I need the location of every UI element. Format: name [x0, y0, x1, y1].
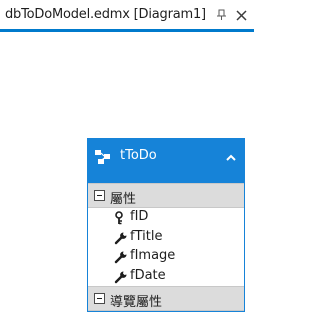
pin-icon[interactable]	[214, 8, 228, 22]
key-icon	[114, 210, 128, 225]
entity-icon	[94, 148, 112, 166]
wrench-icon	[114, 269, 128, 283]
property-row[interactable]: fDate	[88, 267, 244, 287]
document-tab[interactable]: dbToDoModel.edmx [Diagram1]	[0, 0, 254, 32]
properties-section-header[interactable]: 屬性	[88, 183, 244, 208]
entity-shape-ttodo[interactable]: tToDo 屬性 fID fTitle fImage fDate 導覽屬性	[87, 138, 245, 312]
wrench-icon	[114, 249, 128, 264]
property-name: fID	[130, 209, 149, 224]
properties-section-label: 屬性	[110, 192, 137, 207]
designer-window: dbToDoModel.edmx [Diagram1] tToDo 屬性 fID…	[0, 0, 254, 312]
collapse-toggle-icon[interactable]	[94, 293, 105, 304]
document-tab-title: dbToDoModel.edmx [Diagram1]	[5, 7, 206, 22]
property-name: fTitle	[130, 228, 163, 244]
property-name: fImage	[130, 248, 176, 263]
entity-name: tToDo	[120, 148, 157, 163]
navigation-section-label: 導覽屬性	[110, 295, 163, 310]
property-list: fID fTitle fImage fDate	[88, 208, 244, 286]
property-row[interactable]: fImage	[88, 247, 244, 267]
navigation-section-header[interactable]: 導覽屬性	[88, 286, 244, 311]
collapse-toggle-icon[interactable]	[94, 190, 105, 201]
property-row[interactable]: fTitle	[88, 228, 244, 248]
property-name: fDate	[130, 267, 166, 283]
property-row[interactable]: fID	[88, 208, 244, 228]
chevron-up-icon[interactable]	[224, 150, 238, 164]
wrench-icon	[114, 230, 128, 244]
diagram-canvas[interactable]: tToDo 屬性 fID fTitle fImage fDate 導覽屬性	[0, 32, 254, 312]
entity-header[interactable]: tToDo	[88, 139, 244, 183]
close-icon[interactable]	[234, 8, 248, 22]
